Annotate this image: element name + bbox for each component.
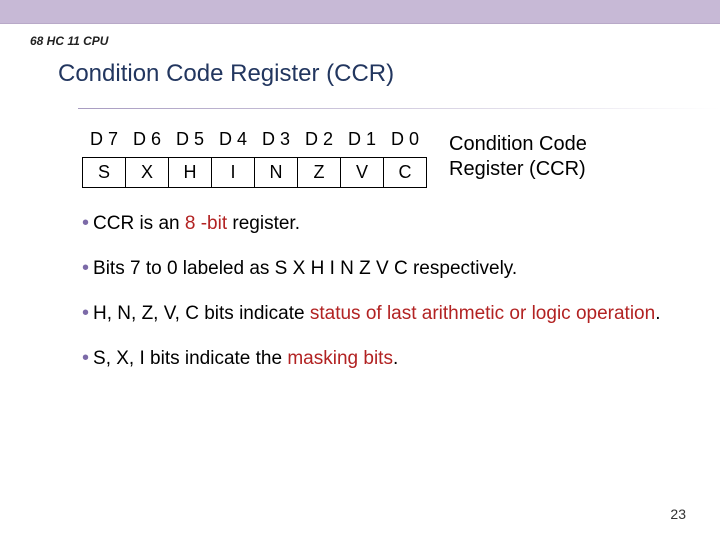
bit-name-row: S X H I N Z V C	[83, 157, 427, 187]
bit-name: N	[255, 157, 298, 187]
bullet-highlight: status of last arithmetic or logic opera…	[310, 303, 655, 324]
bullet-text: register.	[227, 213, 300, 234]
register-caption: Condition Code Register (CCR)	[449, 132, 587, 182]
bit-name: X	[126, 157, 169, 187]
bullet-text: S, X, I bits indicate the	[93, 348, 287, 369]
bit-name: S	[83, 157, 126, 187]
bullet-item: •Bits 7 to 0 labeled as S X H I N Z V C …	[82, 255, 690, 282]
bit-index: D 0	[384, 127, 427, 157]
bit-index: D 2	[298, 127, 341, 157]
bullet-dot-icon: •	[82, 212, 93, 234]
bullet-text: Bits 7 to 0 labeled as S X H I N Z V C r…	[93, 258, 517, 279]
bullet-dot-icon: •	[82, 302, 93, 324]
bit-name: I	[212, 157, 255, 187]
bit-index-row: D 7 D 6 D 5 D 4 D 3 D 2 D 1 D 0	[83, 127, 427, 157]
bit-index: D 5	[169, 127, 212, 157]
bit-index: D 1	[341, 127, 384, 157]
bullet-text: .	[393, 348, 398, 369]
bit-index: D 7	[83, 127, 126, 157]
register-row: D 7 D 6 D 5 D 4 D 3 D 2 D 1 D 0 S X H I …	[82, 127, 690, 188]
ccr-register-table: D 7 D 6 D 5 D 4 D 3 D 2 D 1 D 0 S X H I …	[82, 127, 427, 188]
bit-index: D 3	[255, 127, 298, 157]
title-underline	[78, 108, 720, 109]
page-number: 23	[670, 506, 686, 522]
bit-name: V	[341, 157, 384, 187]
header-label: 68 HC 11 CPU	[30, 34, 690, 48]
bullet-item: •CCR is an 8 -bit register.	[82, 210, 690, 237]
bit-index: D 6	[126, 127, 169, 157]
bullet-highlight: masking bits	[287, 348, 393, 369]
bit-name: H	[169, 157, 212, 187]
top-bar	[0, 0, 720, 24]
bit-name: C	[384, 157, 427, 187]
bullet-dot-icon: •	[82, 347, 93, 369]
slide: 68 HC 11 CPU Condition Code Register (CC…	[0, 0, 720, 540]
bullet-text: H, N, Z, V, C bits indicate	[93, 303, 310, 324]
bullet-list: •CCR is an 8 -bit register. •Bits 7 to 0…	[82, 210, 690, 372]
bit-name: Z	[298, 157, 341, 187]
bullet-item: •S, X, I bits indicate the masking bits.	[82, 345, 690, 372]
bullet-highlight: 8 -bit	[185, 213, 227, 234]
bullet-text: CCR is an	[93, 213, 185, 234]
bullet-dot-icon: •	[82, 257, 93, 279]
register-caption-line: Condition Code	[449, 133, 587, 155]
register-caption-line: Register (CCR)	[449, 158, 586, 180]
page-title: Condition Code Register (CCR)	[58, 60, 690, 88]
bullet-text: .	[655, 303, 660, 324]
bit-index: D 4	[212, 127, 255, 157]
bullet-item: •H, N, Z, V, C bits indicate status of l…	[82, 300, 690, 327]
